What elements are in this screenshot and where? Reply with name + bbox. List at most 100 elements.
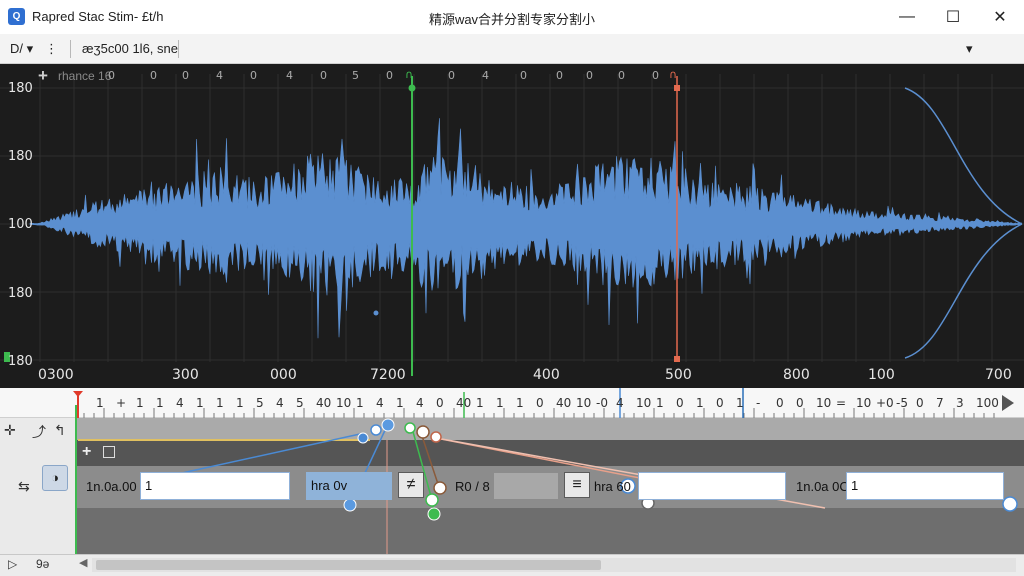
mid-selector[interactable]: hra 0v bbox=[306, 472, 392, 500]
waveform-top-label: 0 bbox=[448, 69, 455, 82]
ratio-box[interactable] bbox=[494, 473, 558, 499]
timeline-ruler[interactable]: 1 +1 1 4 1 1 1 5 4 5 40 10 1 4 1 4 0 40 1 1 1 0 40 10 -0 4 10 1 0 1 0 1… bbox=[0, 388, 1024, 418]
waveform-top-label: 5 bbox=[352, 69, 359, 82]
title-bar: Q Rapred Stac Stim- £t/h 精源wav合并分割专家分割小 … bbox=[0, 0, 1024, 34]
play-icon[interactable] bbox=[1002, 395, 1014, 411]
end-time-input[interactable]: 1 bbox=[846, 472, 1004, 500]
scrollbar-thumb[interactable] bbox=[96, 560, 601, 570]
plus-icon[interactable]: + bbox=[38, 66, 48, 86]
waveform-top-label: 0 bbox=[250, 69, 257, 82]
clip-icon[interactable] bbox=[103, 446, 115, 458]
snap-icon[interactable]: ⇆ bbox=[18, 478, 30, 495]
y-axis-label: 180 bbox=[8, 286, 33, 301]
ruler-label: 4 bbox=[416, 396, 424, 410]
x-axis-label: 7200 bbox=[370, 367, 406, 383]
ruler-label: 3 bbox=[956, 396, 964, 410]
ratio-label: R0 / 8 bbox=[455, 479, 490, 494]
fade-out-envelope-bottom bbox=[904, 223, 1023, 359]
ruler-label: 0 bbox=[676, 396, 684, 410]
track-name: rhance 16 bbox=[58, 69, 112, 83]
waveform-top-label: 0 bbox=[586, 69, 593, 82]
toolbar: D/ ▾ ⋮ æӡ5c00 1l6, sne ▾ bbox=[0, 34, 1024, 64]
clip-band-top bbox=[77, 418, 1024, 440]
waveform-top-label: 0 bbox=[520, 69, 527, 82]
y-axis-label: 100 bbox=[8, 217, 33, 232]
ruler-label: 0 bbox=[716, 396, 724, 410]
x-axis-label: 700 bbox=[985, 367, 1012, 383]
waveform-top-label: 0 bbox=[652, 69, 659, 82]
select-tool-icon[interactable]: ⤴ bbox=[32, 422, 46, 442]
x-axis-label: 300 bbox=[172, 367, 199, 383]
ruler-label: 10 bbox=[576, 396, 592, 410]
ruler-label: 1 bbox=[696, 396, 704, 410]
start-time-input[interactable]: 1 bbox=[140, 472, 290, 500]
ruler-label: 1 bbox=[236, 396, 244, 410]
waveform-point bbox=[373, 310, 379, 316]
ruler-label: 1 bbox=[216, 396, 224, 410]
end-label: hra 60 bbox=[594, 479, 631, 494]
move-tool-icon[interactable]: ✛ bbox=[4, 422, 16, 439]
waveform-canvas[interactable]: ∩ ∩ bbox=[0, 64, 1024, 388]
x-axis-label: 100 bbox=[868, 367, 895, 383]
toolbar-separator bbox=[70, 40, 71, 58]
record-toggle-button[interactable]: ◑ bbox=[42, 465, 68, 491]
status-value: 9ə bbox=[36, 557, 50, 571]
chevron-down-icon[interactable]: ▾ bbox=[966, 41, 973, 57]
app-name: Rapred Stac Stim- £t/h bbox=[32, 9, 164, 24]
ruler-label: = bbox=[836, 396, 847, 410]
x-axis-label: 500 bbox=[665, 367, 692, 383]
waveform-top-label: 4 bbox=[482, 69, 489, 82]
waveform-top-label: 0 bbox=[320, 69, 327, 82]
ruler-label: 40 bbox=[456, 396, 472, 410]
cursor-red-handle-icon: ∩ bbox=[669, 68, 677, 81]
ruler-label: 10 bbox=[856, 396, 872, 410]
ruler-label: +0 bbox=[876, 396, 894, 410]
play-button[interactable]: ▷ bbox=[8, 557, 17, 571]
app-logo-icon: Q bbox=[8, 8, 25, 25]
y-axis-label: 180 bbox=[8, 149, 33, 164]
waveform-top-label: 0 bbox=[556, 69, 563, 82]
ruler-label: 0 bbox=[536, 396, 544, 410]
minimize-button[interactable]: — bbox=[884, 0, 930, 34]
ruler-label: 1 bbox=[476, 396, 484, 410]
cursor-green-marker bbox=[408, 84, 416, 92]
ruler-label: 40 bbox=[556, 396, 572, 410]
waveform-panel[interactable]: ∩ ∩ + rhance 16 0004040500400000 180 180… bbox=[0, 64, 1024, 388]
menu-button[interactable]: ≡ bbox=[564, 472, 590, 498]
ruler-label: 1 bbox=[736, 396, 744, 410]
waveform-top-label: 4 bbox=[286, 69, 293, 82]
close-button[interactable]: ✕ bbox=[977, 0, 1023, 34]
view-menu[interactable]: D/ ▾ bbox=[10, 41, 33, 57]
scroll-left-icon[interactable]: ◀ bbox=[79, 556, 87, 569]
clip-band-bottom bbox=[77, 508, 1024, 554]
ruler-label: - bbox=[756, 396, 761, 410]
ruler-label: 1 bbox=[516, 396, 524, 410]
ruler-label: 4 bbox=[176, 396, 184, 410]
cursor-green-handle-icon: ∩ bbox=[405, 68, 413, 81]
ruler-label: -0 bbox=[596, 396, 608, 410]
ruler-label: 1 bbox=[496, 396, 504, 410]
ruler-label: 0 bbox=[436, 396, 444, 410]
clip-band-dark bbox=[77, 440, 1024, 466]
add-clip-icon[interactable]: + bbox=[82, 443, 91, 461]
split-button[interactable]: ≠ bbox=[398, 472, 424, 498]
ruler-label: 0 bbox=[916, 396, 924, 410]
x-axis-label: 0300 bbox=[38, 367, 74, 383]
close-icon: ✕ bbox=[993, 9, 1007, 26]
ruler-label: 1 bbox=[96, 396, 104, 410]
cursor-red-marker bbox=[674, 85, 680, 91]
x-axis-label: 000 bbox=[270, 367, 297, 383]
ruler-label: 40 bbox=[316, 396, 332, 410]
waveform-top-label: 0 bbox=[150, 69, 157, 82]
toolbar-separator bbox=[178, 40, 179, 58]
cursor-red-marker-bottom bbox=[674, 356, 680, 362]
end-input[interactable] bbox=[638, 472, 786, 500]
more-icon[interactable]: ⋮ bbox=[45, 41, 58, 57]
waveform-top-label: 0 bbox=[182, 69, 189, 82]
maximize-button[interactable]: ☐ bbox=[930, 0, 976, 34]
trim-tool-icon[interactable]: ↰ bbox=[54, 422, 66, 439]
ruler-label: 0 bbox=[796, 396, 804, 410]
ruler-label: 7 bbox=[936, 396, 944, 410]
ruler-label: 1 bbox=[656, 396, 664, 410]
y-axis-label: 180 bbox=[8, 81, 33, 96]
